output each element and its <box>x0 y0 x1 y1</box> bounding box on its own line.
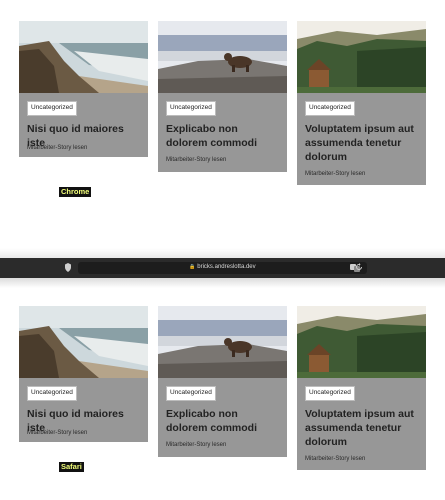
reload-icon[interactable] <box>355 263 363 271</box>
coast-image <box>19 21 148 93</box>
card-image[interactable] <box>158 306 287 378</box>
category-badge[interactable]: Uncategorized <box>305 101 355 116</box>
category-badge[interactable]: Uncategorized <box>305 386 355 401</box>
coast-image <box>19 306 148 378</box>
story-card[interactable]: Uncategorized Voluptatem ipsum aut assum… <box>297 306 426 470</box>
card-image[interactable] <box>158 21 287 93</box>
read-story-link[interactable]: Mitarbeiter-Story lesen <box>166 442 226 448</box>
card-title[interactable]: Explicabo non dolorem commodi <box>166 122 282 150</box>
card-image[interactable] <box>19 21 148 93</box>
card-title[interactable]: Explicabo non dolorem commodi <box>166 407 282 435</box>
safari-toolbar: 🔒 bricks.andreslotta.dev <box>0 258 445 278</box>
card-image[interactable] <box>19 306 148 378</box>
read-story-link[interactable]: Mitarbeiter-Story lesen <box>305 456 365 462</box>
bear-image <box>158 306 287 378</box>
divider-shadow <box>0 278 445 288</box>
forest-image <box>297 306 426 378</box>
shield-icon[interactable] <box>65 263 71 272</box>
story-card[interactable]: Uncategorized Voluptatem ipsum aut assum… <box>297 21 426 185</box>
read-story-link[interactable]: Mitarbeiter-Story lesen <box>305 171 365 177</box>
story-card[interactable]: Uncategorized Explicabo non dolorem comm… <box>158 21 287 172</box>
category-badge[interactable]: Uncategorized <box>166 386 216 401</box>
read-story-link[interactable]: Mitarbeiter-Story lesen <box>27 430 87 436</box>
category-badge[interactable]: Uncategorized <box>27 386 77 401</box>
chrome-label: Chrome <box>59 187 92 197</box>
category-badge[interactable]: Uncategorized <box>166 101 216 116</box>
card-title[interactable]: Voluptatem ipsum aut assumenda tenetur d… <box>305 407 421 449</box>
address-text: 🔒 bricks.andreslotta.dev <box>189 264 256 270</box>
card-title[interactable]: Voluptatem ipsum aut assumenda tenetur d… <box>305 122 421 164</box>
address-bar[interactable]: 🔒 bricks.andreslotta.dev <box>78 262 367 274</box>
story-card[interactable]: Uncategorized Nisi quo id maiores iste M… <box>19 306 148 442</box>
forest-image <box>297 21 426 93</box>
card-image[interactable] <box>297 21 426 93</box>
card-image[interactable] <box>297 306 426 378</box>
bear-image <box>158 21 287 93</box>
read-story-link[interactable]: Mitarbeiter-Story lesen <box>27 145 87 151</box>
story-card[interactable]: Uncategorized Explicabo non dolorem comm… <box>158 306 287 457</box>
lock-icon: 🔒 <box>189 264 196 270</box>
story-card[interactable]: Uncategorized Nisi quo id maiores iste M… <box>19 21 148 157</box>
safari-label: Safari <box>59 462 84 472</box>
read-story-link[interactable]: Mitarbeiter-Story lesen <box>166 157 226 163</box>
divider-shadow <box>0 248 445 258</box>
category-badge[interactable]: Uncategorized <box>27 101 77 116</box>
